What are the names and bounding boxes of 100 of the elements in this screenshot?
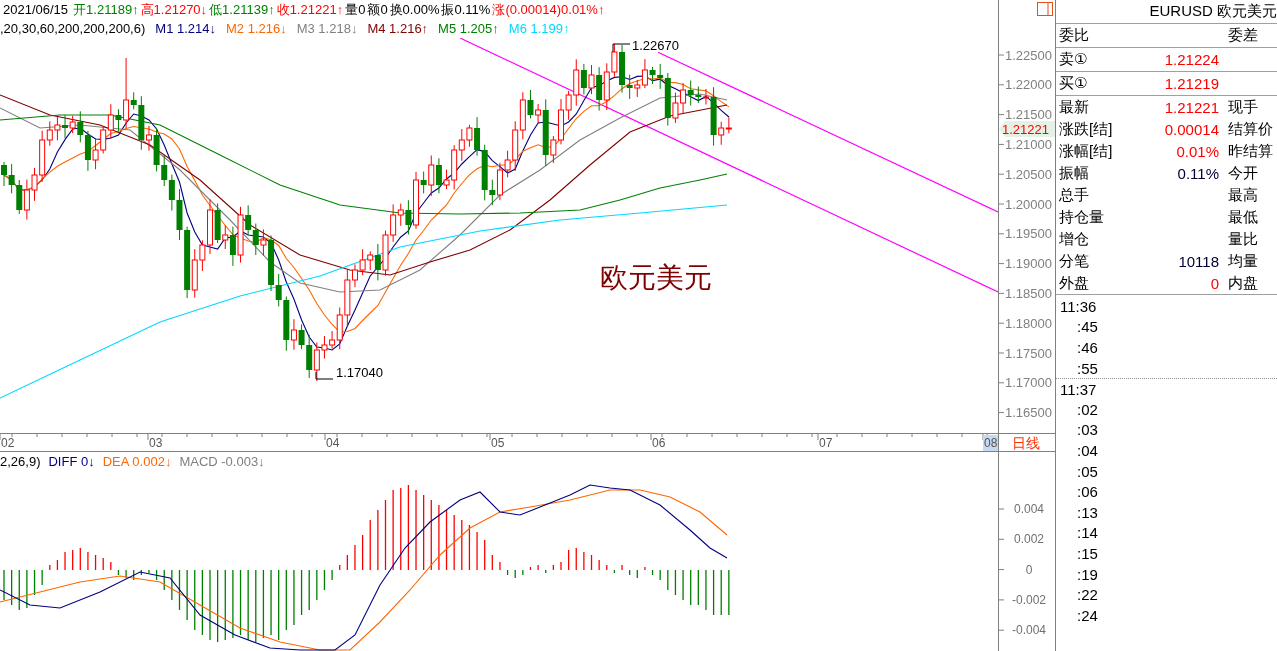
macd-axis-label: 0 [1025,562,1033,577]
low-price-label: 1.17040 [336,364,383,380]
field-label: 委比 [1059,26,1090,45]
date-axis-label: 05 [491,436,505,450]
instrument-title: EURUSD 欧元美元 [1149,2,1277,21]
price-axis-label: 1.16500 [1005,405,1052,421]
field-label: 持仓量 [1059,207,1105,227]
price-axis-label: 1.22500 [1005,47,1052,63]
split-box-icon[interactable] [1037,2,1053,16]
field-label: 涨幅[结] [1059,141,1114,161]
indicator-legend-text: M5 1.205↑ [438,21,499,36]
macd-legend-text: 2,26,9) [0,453,41,469]
macd-axis-label: -0.004 [1012,623,1046,638]
leader-line [315,371,334,380]
field-label: 涨跌[结] [1059,119,1114,139]
tick-time: :45 [1077,318,1098,336]
macd-legend-text: MACD -0.003↓ [179,453,265,469]
tick-time: :15 [1077,544,1098,562]
date-axis-label: 07 [819,436,833,450]
field-label: 昨结算 [1228,141,1274,161]
tick-time: 11:36 [1060,297,1097,315]
price-axis-label: 1.17000 [1005,375,1052,391]
tick-time: :46 [1077,339,1098,356]
price-axis-label: 1.17500 [1005,345,1052,361]
tick-time: :04 [1077,441,1098,459]
field-label: 振幅 [1059,163,1090,183]
tick-time: :22 [1077,586,1098,604]
field-value: 0.01% [1176,142,1219,160]
field-label: 外盘 [1059,273,1090,293]
tick-time: :24 [1077,606,1098,624]
field-label: 委差 [1228,26,1259,45]
tick-time: :19 [1077,565,1098,583]
field-value: 0.11% [1177,164,1219,182]
price-axis-label: 1.19000 [1005,256,1052,272]
field-value: 10118 [1178,252,1219,270]
field-label: 量比 [1228,229,1259,249]
field-label: 现手 [1228,97,1259,117]
field-label: 增仓 [1059,229,1090,249]
field-label: 卖① [1059,50,1089,69]
date-axis-label: 03 [149,436,163,450]
field-label: 买① [1059,74,1089,93]
tick-time: :03 [1077,421,1098,439]
high-price-label: 1.22670 [632,38,679,53]
quote-field: 收1.21221↑ [276,0,344,19]
tick-time: :14 [1077,524,1098,542]
field-value: 1.21221 [1164,98,1219,116]
indicator-legend-text: ,20,30,60,200,200,200,6) [0,21,146,36]
price-axis-label: 1.21000 [1005,136,1052,152]
field-label: 均量 [1228,251,1259,271]
quote-field: 低1.21139↑ [209,0,275,19]
price-axis-label: 1.18000 [1005,315,1052,331]
date-axis-label: 04 [326,436,340,450]
field-value: 0 [1210,274,1219,292]
field-value: 1.21224 [1164,51,1219,68]
price-axis-label: 1.20000 [1005,196,1052,212]
field-label: 最低 [1228,207,1259,227]
macd-legend-text: DEA 0.002↓ [102,453,172,469]
field-label: 最新 [1059,97,1090,117]
field-label: 内盘 [1228,273,1259,293]
field-value: 1.21219 [1164,75,1219,92]
date-label: 2021/06/15 [3,2,69,17]
date-axis-label: 06 [652,436,666,450]
chart-caption: 欧元美元 [600,261,712,293]
tick-time: 11:37 [1060,380,1097,398]
indicator-legend-text: M6 1.199↑ [508,21,570,36]
indicator-legend-text: M1 1.214↓ [155,21,216,36]
indicator-legend-text: M4 1.216↑ [367,21,429,36]
price-axis-label: 1.19500 [1005,226,1052,242]
date-axis-label: 02 [1,436,15,450]
quote-field: 高1.21270↓ [140,0,208,19]
indicator-legend-text: M3 1.218↓ [296,21,358,36]
price-axis-label: 1.21500 [1005,107,1052,123]
tick-time: :06 [1077,483,1098,501]
field-label: 总手 [1059,185,1090,205]
date-axis-label: 08 [983,435,998,451]
price-axis-label: 1.22000 [1005,77,1052,93]
quote-field: 开1.21189↑ [73,0,139,19]
price-axis-label: 1.20500 [1005,166,1052,182]
macd-axis-label: 0.002 [1014,532,1044,547]
indicator-legend-text: M2 1.216↓ [226,21,287,36]
tick-time: :05 [1077,462,1098,480]
tick-time: :02 [1077,400,1098,418]
current-price-tag: 1.21221 [999,121,1055,137]
tick-time: :13 [1077,503,1098,521]
field-label: 结算价 [1228,119,1274,139]
macd-axis-label: -0.002 [1012,592,1046,607]
tick-time: :55 [1077,359,1098,377]
field-label: 分笔 [1059,251,1090,271]
quote-field: 换0.00% [389,0,440,19]
price-axis-label: 1.18500 [1005,285,1052,301]
leader-line [612,43,631,53]
quote-field: 振0.11% [441,0,491,19]
quote-field: 额0 [367,0,388,19]
field-value: 0.00014 [1164,120,1219,138]
quote-field: 涨(0.00014)0.01%↑ [492,0,605,19]
macd-legend-text: DIFF 0↓ [48,453,95,469]
quote-field: 量0 [345,0,366,19]
field-label: 今开 [1228,163,1259,183]
macd-axis-label: 0.004 [1014,502,1044,516]
field-label: 最高 [1228,185,1259,205]
